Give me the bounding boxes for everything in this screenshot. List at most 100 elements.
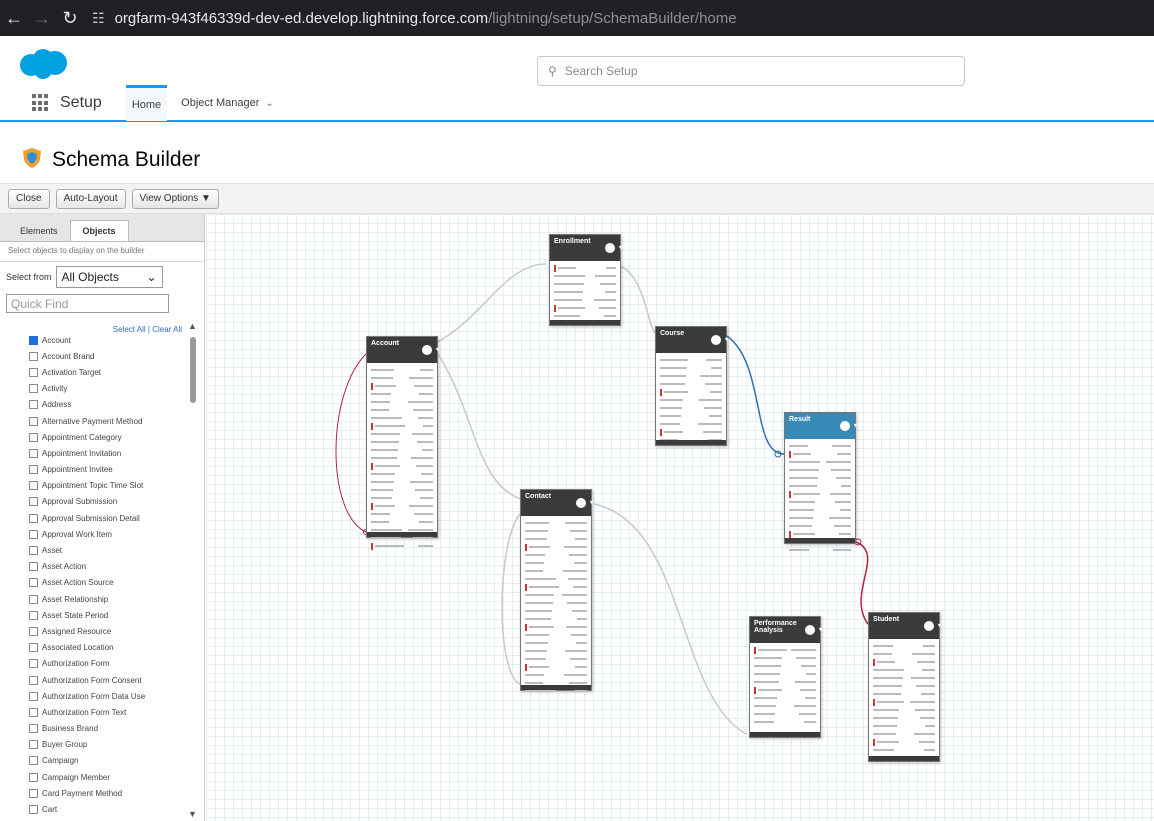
chevron-down-icon[interactable]: ▾	[938, 622, 941, 629]
field-row[interactable]	[371, 470, 433, 478]
field-row[interactable]	[754, 662, 816, 670]
field-row[interactable]	[371, 382, 433, 390]
object-list-item[interactable]: Appointment Topic Time Slot	[0, 478, 190, 494]
field-row[interactable]	[754, 702, 816, 710]
object-list-item[interactable]: Authorization Form	[0, 656, 190, 672]
object-list-item[interactable]: Assigned Resource	[0, 623, 190, 639]
object-list-item[interactable]: Account	[0, 332, 190, 348]
tab-elements[interactable]: Elements	[8, 221, 70, 241]
schema-object-header[interactable]: Performance Analysis ▾	[750, 617, 822, 643]
field-row[interactable]	[789, 490, 851, 498]
field-row[interactable]	[371, 510, 433, 518]
field-row[interactable]	[873, 650, 935, 658]
field-row[interactable]	[371, 398, 433, 406]
object-checkbox[interactable]	[29, 772, 38, 782]
object-list-item[interactable]: Asset Relationship	[0, 591, 190, 607]
gear-icon[interactable]	[422, 345, 432, 355]
field-row[interactable]	[554, 312, 616, 320]
field-row[interactable]	[525, 527, 587, 535]
schema-object-card[interactable]: Course ▾	[655, 326, 728, 446]
field-row[interactable]	[660, 420, 722, 428]
object-checkbox[interactable]	[29, 740, 38, 750]
field-row[interactable]	[754, 694, 816, 702]
chevron-down-icon[interactable]: ▾	[619, 244, 622, 251]
field-row[interactable]	[754, 710, 816, 718]
object-checkbox[interactable]	[29, 659, 38, 669]
field-row[interactable]	[873, 706, 935, 714]
object-checkbox[interactable]	[29, 610, 38, 620]
field-row[interactable]	[525, 671, 587, 679]
object-list-item[interactable]: Campaign Member	[0, 769, 190, 785]
gear-icon[interactable]	[840, 421, 850, 431]
object-list-item[interactable]: Campaign	[0, 753, 190, 769]
field-row[interactable]	[525, 575, 587, 583]
gear-icon[interactable]	[805, 625, 815, 635]
app-launcher-icon[interactable]	[32, 94, 50, 112]
field-row[interactable]	[525, 567, 587, 575]
field-row[interactable]	[525, 647, 587, 655]
schema-object-header[interactable]: Contact ▾	[521, 490, 593, 516]
object-list-item[interactable]: Approval Submission	[0, 494, 190, 510]
field-row[interactable]	[554, 264, 616, 272]
field-row[interactable]	[554, 280, 616, 288]
forward-icon[interactable]: →	[28, 4, 56, 32]
object-list-item[interactable]: Account Brand	[0, 348, 190, 364]
scroll-up-icon[interactable]: ▲	[188, 321, 197, 331]
field-row[interactable]	[525, 591, 587, 599]
back-icon[interactable]: ←	[0, 4, 28, 32]
address-bar[interactable]: ☷ orgfarm-943f46339d-dev-ed.develop.ligh…	[92, 4, 737, 32]
object-checkbox[interactable]	[29, 546, 38, 556]
object-list-item[interactable]: Activity	[0, 381, 190, 397]
object-list-item[interactable]: Buyer Group	[0, 737, 190, 753]
scrollbar-thumb[interactable]	[190, 337, 196, 403]
field-row[interactable]	[789, 458, 851, 466]
field-row[interactable]	[660, 364, 722, 372]
chevron-down-icon[interactable]: ▾	[725, 336, 728, 343]
object-checkbox[interactable]	[29, 465, 38, 475]
object-checkbox[interactable]	[29, 367, 38, 377]
gear-icon[interactable]	[924, 621, 934, 631]
field-row[interactable]	[660, 380, 722, 388]
field-row[interactable]	[660, 412, 722, 420]
scroll-down-icon[interactable]: ▼	[188, 809, 197, 819]
object-list-item[interactable]: Cart	[0, 801, 190, 817]
tab-objects[interactable]: Objects	[69, 220, 129, 241]
field-row[interactable]	[371, 478, 433, 486]
field-row[interactable]	[371, 406, 433, 414]
object-checkbox[interactable]	[29, 724, 38, 734]
field-row[interactable]	[525, 543, 587, 551]
field-row[interactable]	[873, 738, 935, 746]
field-row[interactable]	[789, 482, 851, 490]
schema-object-header[interactable]: Account ▾	[367, 337, 439, 363]
gear-icon[interactable]	[576, 498, 586, 508]
object-checkbox[interactable]	[29, 756, 38, 766]
object-checkbox[interactable]	[29, 626, 38, 636]
field-row[interactable]	[754, 718, 816, 726]
field-row[interactable]	[371, 414, 433, 422]
field-row[interactable]	[525, 535, 587, 543]
object-list-item[interactable]: Card Payment Method	[0, 785, 190, 801]
tab-home[interactable]: Home	[125, 85, 168, 121]
field-row[interactable]	[525, 639, 587, 647]
object-list-item[interactable]: Approval Work Item	[0, 526, 190, 542]
object-checkbox[interactable]	[29, 448, 38, 458]
field-row[interactable]	[789, 546, 851, 554]
field-row[interactable]	[371, 486, 433, 494]
field-row[interactable]	[789, 530, 851, 538]
search-setup-input[interactable]: ⚲ Search Setup	[537, 56, 965, 86]
field-row[interactable]	[660, 396, 722, 404]
object-list-scrollbar[interactable]: ▲ ▼	[188, 321, 199, 821]
chevron-down-icon[interactable]: ▾	[819, 626, 822, 633]
chevron-down-icon[interactable]: ⌄	[265, 98, 273, 109]
object-checkbox[interactable]	[29, 513, 38, 523]
object-checkbox[interactable]	[29, 529, 38, 539]
field-row[interactable]	[660, 428, 722, 436]
field-row[interactable]	[371, 390, 433, 398]
field-row[interactable]	[371, 374, 433, 382]
chevron-down-icon[interactable]: ▾	[436, 346, 439, 353]
object-list-item[interactable]: Asset Action	[0, 559, 190, 575]
field-row[interactable]	[789, 506, 851, 514]
field-row[interactable]	[873, 666, 935, 674]
object-list-item[interactable]: Business Brand	[0, 721, 190, 737]
field-row[interactable]	[371, 462, 433, 470]
